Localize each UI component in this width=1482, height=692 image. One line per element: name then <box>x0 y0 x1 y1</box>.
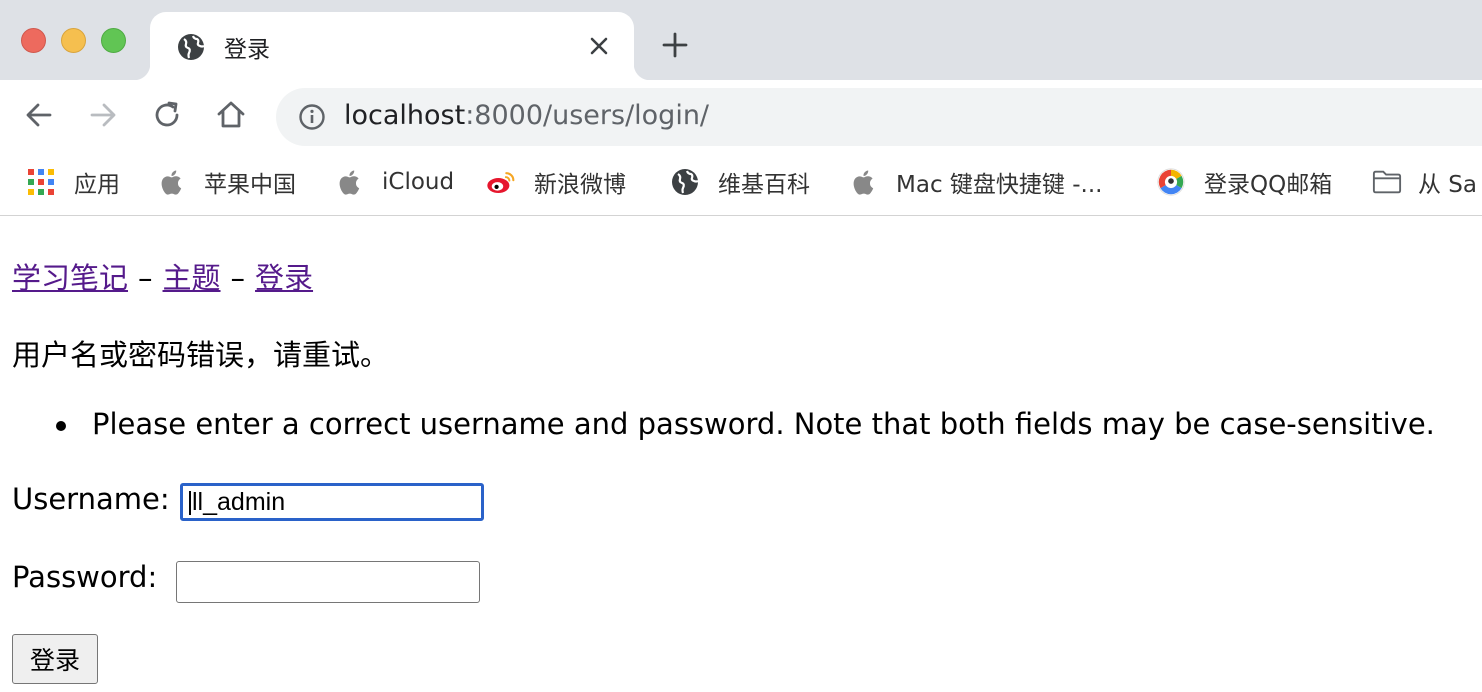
password-input[interactable] <box>176 561 480 603</box>
url-host: localhost <box>344 100 466 131</box>
text-caret <box>189 491 191 516</box>
apple-icon <box>161 170 182 195</box>
forward-arrow-icon[interactable] <box>86 98 120 132</box>
username-input[interactable]: ll_admin <box>180 483 484 521</box>
qq-mail-icon <box>1157 168 1185 196</box>
maximize-window-button[interactable] <box>101 28 126 53</box>
bookmark-label: 应用 <box>74 172 120 198</box>
breadcrumb-separator: – <box>230 261 246 295</box>
apps-grid-icon <box>28 169 54 195</box>
bookmark-wikipedia[interactable]: 维基百科 <box>670 164 810 200</box>
breadcrumb-topics-link[interactable]: 主题 <box>163 261 221 295</box>
home-icon[interactable] <box>214 98 248 132</box>
breadcrumb-separator: – <box>138 261 153 295</box>
globe-icon <box>178 34 205 60</box>
bookmark-weibo[interactable]: 新浪微博 <box>486 164 626 200</box>
info-icon[interactable] <box>298 103 326 131</box>
tab-strip: 登录 <box>0 0 1482 80</box>
form-error-text: Please enter a correct username and pass… <box>92 407 1435 441</box>
minimize-window-button[interactable] <box>61 28 86 53</box>
active-tab[interactable]: 登录 <box>134 12 650 80</box>
close-window-button[interactable] <box>21 28 46 53</box>
bookmark-icloud[interactable]: iCloud <box>336 164 454 200</box>
login-submit-button[interactable]: 登录 <box>12 634 98 684</box>
bookmark-qq-mail[interactable]: 登录QQ邮箱 <box>1156 164 1332 200</box>
bookmark-apple-china[interactable]: 苹果中国 <box>158 164 296 200</box>
bookmark-label: 苹果中国 <box>204 172 296 198</box>
bookmark-label: iCloud <box>382 169 455 195</box>
apple-icon <box>853 170 874 195</box>
url-text[interactable]: localhost:8000/users/login/ <box>344 100 709 131</box>
page-content: 学习笔记 – 主题 – 登录 用户名或密码错误，请重试。 Please enter a … <box>0 217 1482 692</box>
reload-icon[interactable] <box>150 98 184 132</box>
password-label: Password: <box>12 560 158 594</box>
breadcrumb-home-link[interactable]: 学习笔记 <box>12 261 128 295</box>
weibo-icon <box>487 172 515 194</box>
bookmarks-bar: 应用 苹果中国 iCloud 新浪微博 维基百科 Mac 键盘快捷键 -... … <box>0 154 1482 216</box>
username-label: Username: <box>12 482 170 516</box>
username-value: ll_admin <box>192 488 286 516</box>
tab-title: 登录 <box>224 37 270 63</box>
bookmark-label: 新浪微博 <box>534 172 626 198</box>
browser-toolbar: localhost:8000/users/login/ <box>0 80 1482 154</box>
breadcrumb: 学习笔记 – 主题 – 登录 <box>12 255 313 297</box>
bookmark-folder-from-safari[interactable]: 从 Sa <box>1372 164 1477 200</box>
username-row: Username: ll_admin <box>12 482 484 521</box>
globe-icon <box>672 169 699 195</box>
folder-icon <box>1372 170 1402 194</box>
back-arrow-icon[interactable] <box>22 98 56 132</box>
password-row: Password: <box>12 560 480 603</box>
bookmark-label: Mac 键盘快捷键 -... <box>896 172 1103 198</box>
bullet-icon <box>56 421 66 431</box>
bookmark-label: 登录QQ邮箱 <box>1204 172 1333 198</box>
close-icon[interactable] <box>586 33 612 59</box>
bookmark-mac-shortcuts[interactable]: Mac 键盘快捷键 -... <box>850 164 1102 200</box>
login-error-message: 用户名或密码错误，请重试。 <box>12 338 390 372</box>
breadcrumb-login-link[interactable]: 登录 <box>255 261 313 295</box>
bookmark-apps[interactable]: 应用 <box>26 164 120 200</box>
url-path: :8000/users/login/ <box>465 100 710 131</box>
new-tab-plus-icon[interactable] <box>660 30 690 60</box>
bookmark-label: 维基百科 <box>718 172 810 198</box>
apple-icon <box>339 170 360 195</box>
address-bar[interactable]: localhost:8000/users/login/ <box>276 88 1482 146</box>
bookmark-label: 从 Sa <box>1418 172 1478 198</box>
